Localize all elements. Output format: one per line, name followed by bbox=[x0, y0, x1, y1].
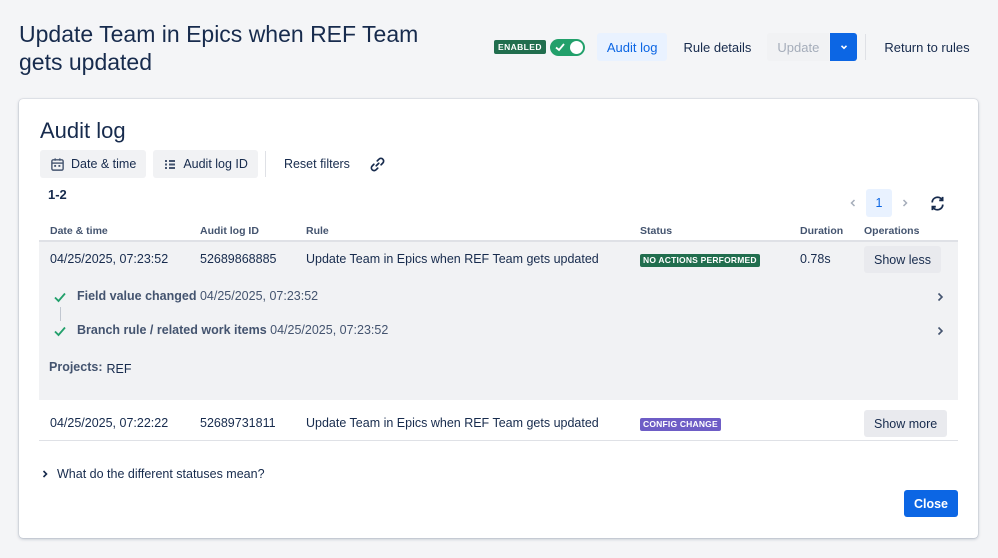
next-page-button[interactable] bbox=[892, 189, 918, 217]
chevron-right-icon bbox=[42, 470, 48, 478]
chevron-right-icon bbox=[937, 292, 944, 302]
audit-log-button[interactable]: Audit log bbox=[596, 33, 668, 61]
list-icon bbox=[165, 160, 176, 169]
page-1-button[interactable]: 1 bbox=[866, 189, 892, 217]
projects-label: Projects: bbox=[49, 360, 103, 374]
calendar-icon bbox=[51, 157, 64, 171]
check-icon bbox=[54, 326, 66, 337]
chevron-down-icon bbox=[840, 45, 847, 50]
audit-log-id-filter-label: Audit log ID bbox=[183, 157, 248, 171]
toggle-knob bbox=[569, 40, 583, 54]
reset-filters-button[interactable]: Reset filters bbox=[274, 150, 360, 178]
projects-value: REF bbox=[106, 362, 132, 376]
chevron-right-icon bbox=[937, 326, 944, 336]
table-row[interactable]: 04/25/2025, 07:22:22 52689731811 Update … bbox=[39, 406, 958, 441]
statuses-expander-label: What do the different statuses mean? bbox=[57, 467, 265, 481]
detail-item[interactable]: Branch rule / related work items 04/25/2… bbox=[51, 319, 946, 343]
return-to-rules-button[interactable]: Return to rules bbox=[874, 33, 979, 61]
show-more-button[interactable]: Show more bbox=[864, 410, 948, 437]
detail-label: Branch rule / related work items bbox=[77, 323, 267, 337]
close-button[interactable]: Close bbox=[903, 490, 958, 517]
projects-info: Projects: REF bbox=[49, 360, 132, 376]
detail-item[interactable]: Field value changed 04/25/2025, 07:23:52 bbox=[51, 285, 946, 309]
header-divider bbox=[865, 34, 867, 60]
chevron-left-icon bbox=[850, 199, 856, 207]
column-header-rule[interactable]: Rule bbox=[306, 225, 329, 237]
table-header: Date & time Audit log ID Rule Status Dur… bbox=[39, 220, 958, 242]
check-icon bbox=[54, 292, 66, 303]
page-title: Update Team in Epics when REF Team gets … bbox=[19, 21, 419, 75]
update-button[interactable]: Update bbox=[767, 33, 830, 61]
rule-details-button[interactable]: Rule details bbox=[673, 33, 761, 61]
audit-log-id-filter-button[interactable]: Audit log ID bbox=[153, 150, 258, 178]
audit-log-card: Audit log Date & time Audit log ID Reset… bbox=[19, 99, 978, 538]
row-rule: Update Team in Epics when REF Team gets … bbox=[306, 252, 599, 266]
enable-toggle[interactable] bbox=[549, 38, 585, 56]
refresh-icon bbox=[930, 195, 944, 211]
update-menu-button[interactable] bbox=[830, 33, 858, 61]
column-header-operations: Operations bbox=[864, 225, 920, 237]
column-header-date[interactable]: Date & time bbox=[50, 225, 108, 237]
date-time-filter-label: Date & time bbox=[71, 157, 137, 171]
filter-divider bbox=[264, 151, 266, 177]
status-badge: NO ACTIONS PERFORMED bbox=[640, 254, 760, 267]
chevron-right-icon bbox=[902, 199, 908, 207]
column-header-status[interactable]: Status bbox=[640, 225, 672, 237]
previous-page-button[interactable] bbox=[840, 189, 866, 217]
show-less-button[interactable]: Show less bbox=[864, 246, 941, 273]
audit-log-title: Audit log bbox=[40, 118, 126, 143]
detail-time: 04/25/2025, 07:23:52 bbox=[199, 289, 319, 303]
row-date: 04/25/2025, 07:22:22 bbox=[50, 416, 169, 430]
table-row[interactable]: 04/25/2025, 07:23:52 52689868885 Update … bbox=[39, 242, 958, 276]
column-header-id[interactable]: Audit log ID bbox=[200, 225, 259, 237]
date-time-filter-button[interactable]: Date & time bbox=[40, 150, 147, 178]
filter-bar: Date & time Audit log ID Reset filters bbox=[40, 150, 392, 178]
row-audit-id: 52689731811 bbox=[200, 416, 276, 430]
link-icon bbox=[371, 157, 385, 171]
header-actions: ENABLED Audit log Rule details Update Re… bbox=[494, 33, 980, 61]
detail-label: Field value changed bbox=[77, 289, 197, 303]
column-header-duration[interactable]: Duration bbox=[800, 225, 843, 237]
refresh-button[interactable] bbox=[926, 192, 948, 214]
pagination: 1 bbox=[840, 189, 948, 217]
statuses-expander[interactable]: What do the different statuses mean? bbox=[40, 467, 265, 481]
enabled-badge: ENABLED bbox=[494, 40, 546, 54]
row-duration: 0.78s bbox=[800, 252, 831, 266]
check-icon bbox=[555, 42, 565, 51]
result-count: 1-2 bbox=[48, 187, 67, 202]
row-audit-id: 52689868885 bbox=[200, 252, 277, 266]
detail-time: 04/25/2025, 07:23:52 bbox=[270, 323, 389, 337]
copy-link-button[interactable] bbox=[364, 150, 392, 178]
row-rule: Update Team in Epics when REF Team gets … bbox=[306, 416, 599, 430]
row-date: 04/25/2025, 07:23:52 bbox=[50, 252, 169, 266]
expanded-table-row: 04/25/2025, 07:23:52 52689868885 Update … bbox=[39, 242, 958, 400]
status-badge: CONFIG CHANGE bbox=[640, 418, 721, 431]
